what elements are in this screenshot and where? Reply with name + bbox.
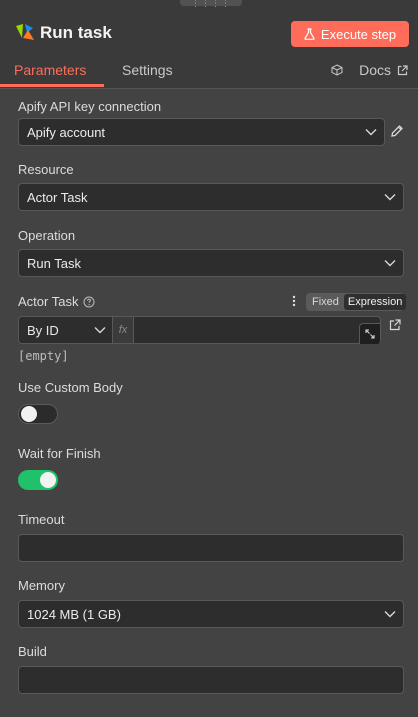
tab-settings[interactable]: Settings bbox=[122, 62, 173, 78]
wait-finish-toggle[interactable] bbox=[18, 470, 58, 490]
chevron-down-icon bbox=[377, 259, 403, 267]
expand-arrows-icon bbox=[365, 329, 375, 339]
expand-expression-button[interactable] bbox=[359, 323, 380, 344]
actor-task-label-row: Actor Task bbox=[18, 294, 95, 309]
apify-logo-icon bbox=[16, 24, 34, 40]
fixed-expression-toggle: Fixed Expression bbox=[306, 293, 407, 311]
help-circle-icon[interactable] bbox=[83, 296, 95, 308]
wait-finish-label: Wait for Finish bbox=[18, 446, 101, 461]
execute-step-button[interactable]: Execute step bbox=[291, 21, 409, 47]
expression-option[interactable]: Expression bbox=[343, 294, 407, 310]
memory-select[interactable]: 1024 MB (1 GB) bbox=[18, 600, 404, 628]
docs-area: Docs bbox=[331, 62, 408, 78]
resource-select[interactable]: Actor Task bbox=[18, 183, 404, 211]
build-label: Build bbox=[18, 644, 47, 659]
actor-task-input-row: By ID fx bbox=[18, 316, 381, 344]
node-header: Run task Execute step Parameters Setting… bbox=[0, 0, 418, 89]
external-link-icon[interactable] bbox=[397, 64, 408, 76]
operation-select[interactable]: Run Task bbox=[18, 249, 404, 277]
chevron-down-icon bbox=[358, 128, 384, 136]
credential-select[interactable]: Apify account bbox=[18, 118, 385, 146]
options-kebab-icon[interactable] bbox=[292, 295, 296, 307]
toggle-knob bbox=[21, 406, 37, 422]
open-actor-task-external-icon[interactable] bbox=[389, 319, 401, 331]
page-title: Run task bbox=[40, 23, 112, 42]
fx-indicator: fx bbox=[112, 317, 134, 343]
toggle-knob bbox=[40, 472, 56, 488]
docs-link[interactable]: Docs bbox=[359, 62, 391, 78]
chevron-down-icon bbox=[377, 193, 403, 201]
edit-credential-pencil-icon[interactable] bbox=[390, 124, 404, 138]
flask-icon bbox=[304, 28, 315, 40]
operation-label: Operation bbox=[18, 228, 76, 243]
timeout-input[interactable] bbox=[18, 534, 404, 562]
active-tab-indicator bbox=[0, 84, 104, 87]
custom-body-label: Use Custom Body bbox=[18, 380, 123, 395]
tab-bar: Parameters Settings Docs bbox=[0, 58, 418, 88]
panel-drag-handle[interactable]: ⋮⋮⋮⋮ bbox=[180, 0, 242, 8]
memory-label: Memory bbox=[18, 578, 65, 593]
credential-label: Apify API key connection bbox=[18, 99, 162, 114]
chevron-down-icon bbox=[377, 610, 403, 618]
chevron-down-icon bbox=[89, 326, 111, 334]
actor-task-mode-select[interactable]: By ID bbox=[19, 317, 111, 343]
fixed-option[interactable]: Fixed bbox=[307, 296, 344, 308]
tab-parameters[interactable]: Parameters bbox=[14, 62, 86, 78]
custom-body-toggle[interactable] bbox=[18, 404, 58, 424]
timeout-label: Timeout bbox=[18, 512, 65, 527]
build-input[interactable] bbox=[18, 666, 404, 694]
actor-task-label: Actor Task bbox=[18, 294, 79, 309]
cube-icon[interactable] bbox=[331, 64, 343, 76]
actor-task-empty-hint: [empty] bbox=[18, 349, 69, 363]
resource-label: Resource bbox=[18, 162, 74, 177]
execute-step-label: Execute step bbox=[320, 26, 397, 42]
